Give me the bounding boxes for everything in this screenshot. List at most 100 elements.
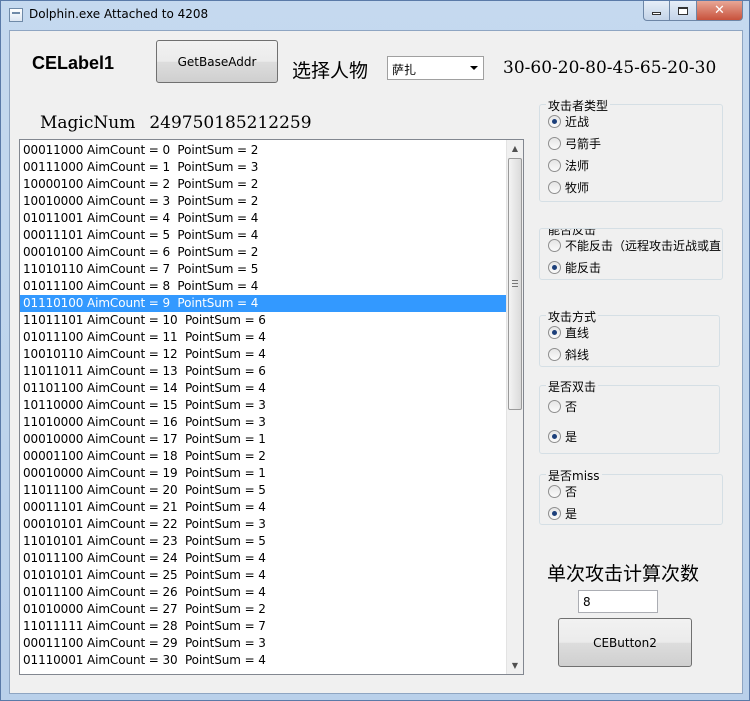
- radio-icon[interactable]: [548, 238, 561, 252]
- minimize-icon: [652, 12, 661, 15]
- radio-option[interactable]: 不能反击（远程攻击近战或直: [548, 237, 721, 253]
- magic-num-value: 249750185212259: [149, 113, 312, 133]
- calc-count-input[interactable]: 8: [578, 590, 658, 613]
- get-base-addr-button[interactable]: GetBaseAddr: [156, 40, 278, 83]
- radio-option[interactable]: 是: [548, 505, 577, 521]
- radio-label: 能反击: [565, 260, 602, 275]
- list-item[interactable]: 00010000 AimCount = 17 PointSum = 1: [20, 431, 506, 448]
- chevron-down-icon[interactable]: [470, 66, 478, 70]
- radio-label: 法师: [565, 158, 590, 173]
- radio-option[interactable]: 弓箭手: [548, 135, 601, 151]
- app-icon: [9, 8, 23, 22]
- list-item[interactable]: 00011000 AimCount = 0 PointSum = 2: [20, 142, 506, 159]
- radio-option[interactable]: 斜线: [548, 346, 589, 362]
- magic-num: MagicNum 249750185212259: [40, 113, 326, 133]
- list-item[interactable]: 01011100 AimCount = 24 PointSum = 4: [20, 550, 506, 567]
- radio-option[interactable]: 直线: [548, 324, 589, 340]
- list-item[interactable]: 11011100 AimCount = 20 PointSum = 5: [20, 482, 506, 499]
- list-item[interactable]: 11010000 AimCount = 16 PointSum = 3: [20, 414, 506, 431]
- list-item[interactable]: 00011100 AimCount = 29 PointSum = 3: [20, 635, 506, 652]
- scroll-up-icon[interactable]: ▲: [507, 140, 523, 157]
- radio-option[interactable]: 牧师: [548, 179, 589, 195]
- list-item[interactable]: 00010000 AimCount = 19 PointSum = 1: [20, 465, 506, 482]
- group-double-hit: 是否双击 否是: [539, 378, 720, 454]
- list-item[interactable]: 01101100 AimCount = 14 PointSum = 4: [20, 380, 506, 397]
- list-item[interactable]: 01011100 AimCount = 11 PointSum = 4: [20, 329, 506, 346]
- list-item[interactable]: 01011001 AimCount = 4 PointSum = 4: [20, 210, 506, 227]
- character-combobox[interactable]: 萨扎: [387, 56, 484, 80]
- select-character-label: 选择人物: [292, 60, 369, 82]
- list-item[interactable]: 00010100 AimCount = 6 PointSum = 2: [20, 244, 506, 261]
- number-sequence: 30-60-20-80-45-65-20-30: [503, 58, 717, 78]
- list-item[interactable]: 00011101 AimCount = 21 PointSum = 4: [20, 499, 506, 516]
- list-item[interactable]: 11010101 AimCount = 23 PointSum = 5: [20, 533, 506, 550]
- list-item[interactable]: 11011111 AimCount = 28 PointSum = 7: [20, 618, 506, 635]
- list-item[interactable]: 01110001 AimCount = 30 PointSum = 4: [20, 652, 506, 669]
- group-miss: 是否miss 否是: [539, 467, 723, 525]
- list-item[interactable]: 11011011 AimCount = 13 PointSum = 6: [20, 363, 506, 380]
- minimize-button[interactable]: [643, 1, 670, 21]
- cebutton2[interactable]: CEButton2: [558, 618, 692, 667]
- radio-label: 否: [565, 484, 578, 499]
- list-item[interactable]: 10010000 AimCount = 3 PointSum = 2: [20, 193, 506, 210]
- close-icon: ✕: [714, 3, 725, 18]
- group-title: 攻击方式: [546, 308, 599, 325]
- close-button[interactable]: ✕: [697, 1, 743, 21]
- radio-option[interactable]: 法师: [548, 157, 589, 173]
- list-item[interactable]: 10010110 AimCount = 12 PointSum = 4: [20, 346, 506, 363]
- vertical-scrollbar[interactable]: ▲ ▼: [506, 140, 523, 674]
- list-item[interactable]: 11011101 AimCount = 10 PointSum = 6: [20, 312, 506, 329]
- list-item[interactable]: 10110000 AimCount = 15 PointSum = 3: [20, 397, 506, 414]
- list-item[interactable]: 01110100 AimCount = 9 PointSum = 4: [20, 295, 506, 312]
- list-item[interactable]: 11010110 AimCount = 7 PointSum = 5: [20, 261, 506, 278]
- celabel1: CELabel1: [32, 53, 115, 73]
- radio-icon[interactable]: [548, 325, 561, 339]
- radio-label: 直线: [565, 325, 590, 340]
- radio-option[interactable]: 否: [548, 398, 577, 414]
- maximize-button[interactable]: [670, 1, 697, 21]
- radio-option[interactable]: 否: [548, 483, 577, 499]
- radio-icon[interactable]: [548, 399, 561, 413]
- radio-option[interactable]: 能反击: [548, 259, 601, 275]
- radio-option[interactable]: 是: [548, 428, 577, 444]
- list-item[interactable]: 00010101 AimCount = 22 PointSum = 3: [20, 516, 506, 533]
- list-item[interactable]: 10000100 AimCount = 2 PointSum = 2: [20, 176, 506, 193]
- scroll-thumb[interactable]: [508, 158, 522, 410]
- window-title: Dolphin.exe Attached to 4208: [29, 7, 209, 21]
- radio-option[interactable]: 近战: [548, 113, 589, 129]
- radio-label: 斜线: [565, 347, 590, 362]
- group-attack-mode: 攻击方式 直线斜线: [539, 308, 720, 367]
- radio-label: 是: [565, 429, 578, 444]
- radio-icon[interactable]: [548, 506, 561, 520]
- list-item[interactable]: 01010101 AimCount = 25 PointSum = 4: [20, 567, 506, 584]
- radio-label: 弓箭手: [565, 136, 602, 151]
- radio-icon[interactable]: [548, 158, 561, 172]
- radio-label: 否: [565, 399, 578, 414]
- radio-label: 牧师: [565, 180, 590, 195]
- radio-icon[interactable]: [548, 136, 561, 150]
- radio-icon[interactable]: [548, 114, 561, 128]
- list-item[interactable]: 01011100 AimCount = 8 PointSum = 4: [20, 278, 506, 295]
- calc-count-label: 单次攻击计算次数: [547, 563, 700, 585]
- radio-icon[interactable]: [548, 484, 561, 498]
- list-item[interactable]: 00001100 AimCount = 18 PointSum = 2: [20, 448, 506, 465]
- radio-label: 不能反击（远程攻击近战或直: [565, 238, 722, 253]
- list-item[interactable]: 01011100 AimCount = 26 PointSum = 4: [20, 584, 506, 601]
- maximize-icon: [678, 6, 688, 15]
- scroll-down-icon[interactable]: ▼: [507, 657, 523, 674]
- title-bar[interactable]: Dolphin.exe Attached to 4208 ✕: [1, 1, 749, 29]
- window-controls: ✕: [643, 1, 743, 21]
- character-combobox-value: 萨扎: [392, 63, 417, 77]
- list-item[interactable]: 01010000 AimCount = 27 PointSum = 2: [20, 601, 506, 618]
- radio-icon[interactable]: [548, 260, 561, 274]
- radio-icon[interactable]: [548, 429, 561, 443]
- radio-icon[interactable]: [548, 347, 561, 361]
- radio-label: 是: [565, 506, 578, 521]
- radio-icon[interactable]: [548, 180, 561, 194]
- list-item[interactable]: 00011101 AimCount = 5 PointSum = 4: [20, 227, 506, 244]
- list-item[interactable]: 00111000 AimCount = 1 PointSum = 3: [20, 159, 506, 176]
- result-listbox[interactable]: 00011000 AimCount = 0 PointSum = 2 001110…: [19, 139, 524, 675]
- group-title: 攻击者类型: [546, 97, 611, 114]
- grip-icon: [512, 280, 518, 281]
- app-window: Dolphin.exe Attached to 4208 ✕ CELabel1 …: [0, 0, 750, 701]
